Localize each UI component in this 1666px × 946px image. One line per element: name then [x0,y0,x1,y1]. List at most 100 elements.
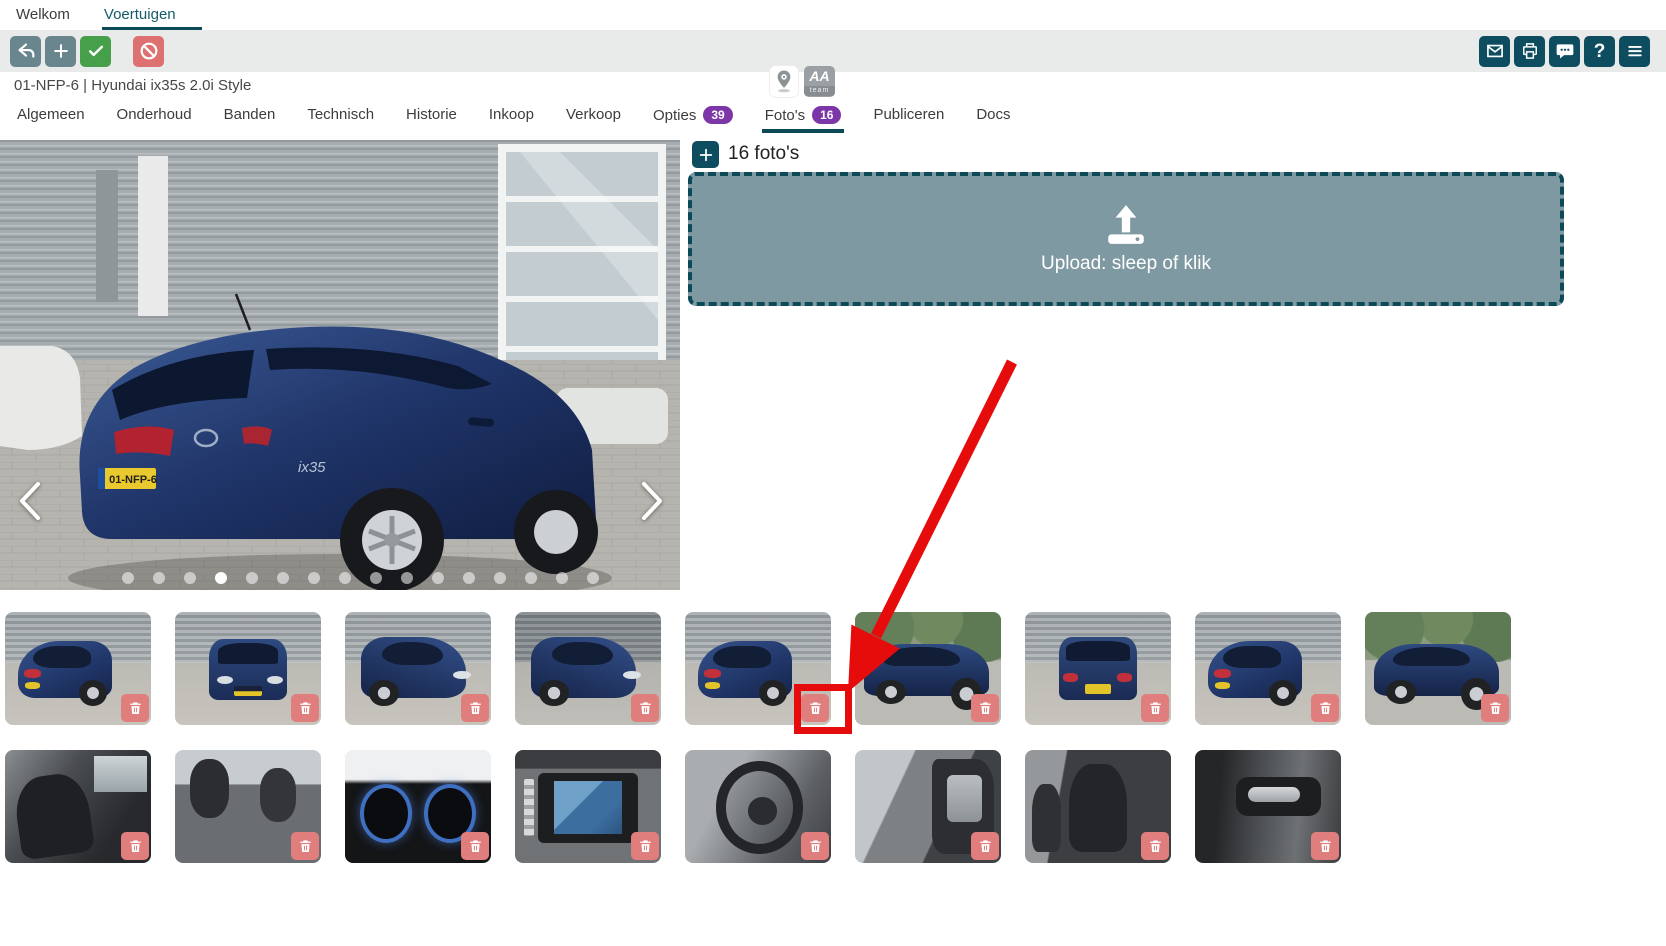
thumb-art [1248,787,1301,802]
annotation-highlight-box [794,684,852,734]
carousel-dot[interactable] [370,572,382,584]
location-pin-icon[interactable] [770,66,798,97]
trash-icon [1148,838,1163,854]
back-button[interactable] [10,36,41,67]
carousel-dot[interactable] [339,572,351,584]
thumb-art [1059,637,1138,700]
tab-label: Verkoop [566,106,621,123]
photo-thumbnail-12[interactable] [345,750,491,863]
photo-thumbnail-17[interactable] [1195,750,1341,863]
photo-thumbnail-11[interactable] [175,750,321,863]
photo-thumbnail-8[interactable] [1195,612,1341,725]
tab-historie[interactable]: Historie [403,100,460,132]
photo-thumbnail-4[interactable] [515,612,661,725]
toolbar-right-group: ? [1479,36,1650,67]
photo-thumbnail-6[interactable] [855,612,1001,725]
delete-photo-button[interactable] [1311,832,1339,860]
carousel-dot[interactable] [432,572,444,584]
aa-team-icon[interactable]: AA team [804,66,835,97]
thumb-art [453,671,471,679]
menu-button[interactable] [1619,36,1650,67]
delete-photo-button[interactable] [1141,832,1169,860]
thumb-art [24,669,42,678]
carousel-dot-active[interactable] [215,572,227,584]
photo-thumbnail-9[interactable] [1365,612,1511,725]
delete-photo-button[interactable] [1311,694,1339,722]
carousel-next-button[interactable] [634,478,670,524]
help-button[interactable]: ? [1584,36,1615,67]
delete-photo-button[interactable] [971,694,999,722]
delete-photo-button[interactable] [631,832,659,860]
carousel-dot[interactable] [308,572,320,584]
photo-thumbnail-1[interactable] [5,612,151,725]
carousel-prev-button[interactable] [12,478,48,524]
carousel-dot[interactable] [153,572,165,584]
photo-thumbnail-3[interactable] [345,612,491,725]
trash-icon [1318,838,1333,854]
thumb-art [94,756,147,792]
carousel-dot[interactable] [122,572,134,584]
carousel-dot[interactable] [587,572,599,584]
tab-publiceren[interactable]: Publiceren [870,100,947,132]
photo-thumbnail-10[interactable] [5,750,151,863]
carousel-dot[interactable] [401,572,413,584]
delete-photo-button[interactable] [121,694,149,722]
plus-icon [51,41,71,61]
chat-button[interactable] [1549,36,1580,67]
thumb-art [1032,784,1061,852]
carousel-dot[interactable] [463,572,475,584]
tab-inkoop[interactable]: Inkoop [486,100,537,132]
tab-docs[interactable]: Docs [973,100,1013,132]
thumb-art [704,669,722,678]
delete-photo-button[interactable] [1141,694,1169,722]
delete-photo-button[interactable] [971,832,999,860]
photo-thumbnail-14[interactable] [685,750,831,863]
email-button[interactable] [1479,36,1510,67]
delete-photo-button[interactable] [121,832,149,860]
tab-welkom[interactable]: Welkom [14,1,76,30]
photo-thumbnail-2[interactable] [175,612,321,725]
photo-thumbnail-7[interactable] [1025,612,1171,725]
tab-onderhoud[interactable]: Onderhoud [114,100,195,132]
tab-algemeen[interactable]: Algemeen [14,100,88,132]
confirm-button[interactable] [80,36,111,67]
tab-banden[interactable]: Banden [221,100,279,132]
photo-thumbnail-15[interactable] [855,750,1001,863]
delete-photo-button[interactable] [461,832,489,860]
delete-photo-button[interactable] [1481,694,1509,722]
pin-glyph [773,69,795,94]
tab-fotos[interactable]: Foto's16 [762,100,845,133]
cancel-button[interactable] [133,36,164,67]
photo-thumbnail-16[interactable] [1025,750,1171,863]
photo-thumbnail-13[interactable] [515,750,661,863]
question-icon: ? [1594,42,1606,61]
add-photo-button[interactable] [692,141,719,168]
delete-photo-button[interactable] [631,694,659,722]
chevron-left-icon [12,478,48,524]
tab-voertuigen[interactable]: Voertuigen [102,1,202,30]
carousel-dot[interactable] [277,572,289,584]
delete-photo-button[interactable] [461,694,489,722]
tab-verkoop[interactable]: Verkoop [563,100,624,132]
delete-photo-button[interactable] [801,832,829,860]
trash-icon [638,838,653,854]
print-button[interactable] [1514,36,1545,67]
plus-icon [698,147,714,163]
tab-opties[interactable]: Opties39 [650,100,736,133]
carousel-dot[interactable] [556,572,568,584]
tab-label: Technisch [307,106,374,123]
carousel-dot[interactable] [184,572,196,584]
tab-technisch[interactable]: Technisch [304,100,377,132]
upload-dropzone[interactable]: Upload: sleep of klik [688,172,1564,306]
opties-count-badge: 39 [703,106,732,124]
aa-label: AA [804,66,835,86]
delete-photo-button[interactable] [291,694,319,722]
delete-photo-button[interactable] [291,832,319,860]
trash-icon [808,838,823,854]
trash-icon [978,700,993,716]
carousel-dot[interactable] [246,572,258,584]
carousel-dot[interactable] [525,572,537,584]
tab-label: Docs [976,106,1010,123]
carousel-dot[interactable] [494,572,506,584]
add-button[interactable] [45,36,76,67]
